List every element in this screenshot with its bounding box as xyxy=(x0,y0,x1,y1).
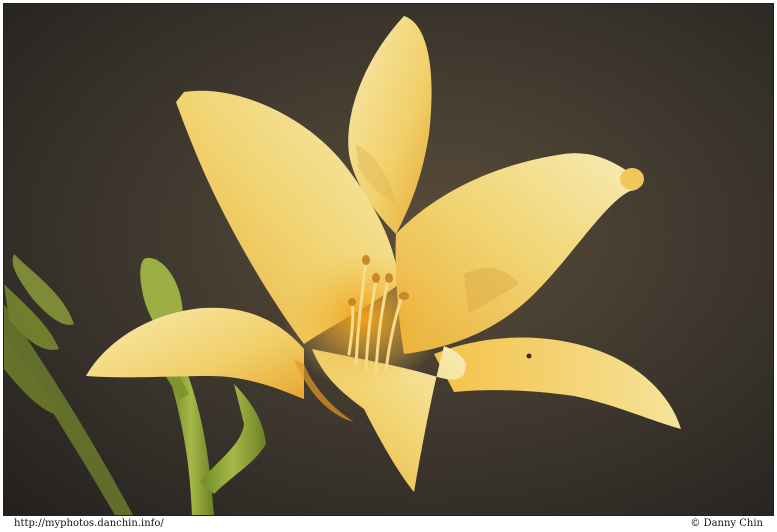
flower-photo xyxy=(3,3,774,516)
photo-credit: © Danny Chin xyxy=(690,518,763,529)
daylily-image xyxy=(4,4,773,515)
source-url: http://myphotos.danchin.info/ xyxy=(14,518,164,529)
photo-frame: http://myphotos.danchin.info/ © Danny Ch… xyxy=(0,0,777,532)
